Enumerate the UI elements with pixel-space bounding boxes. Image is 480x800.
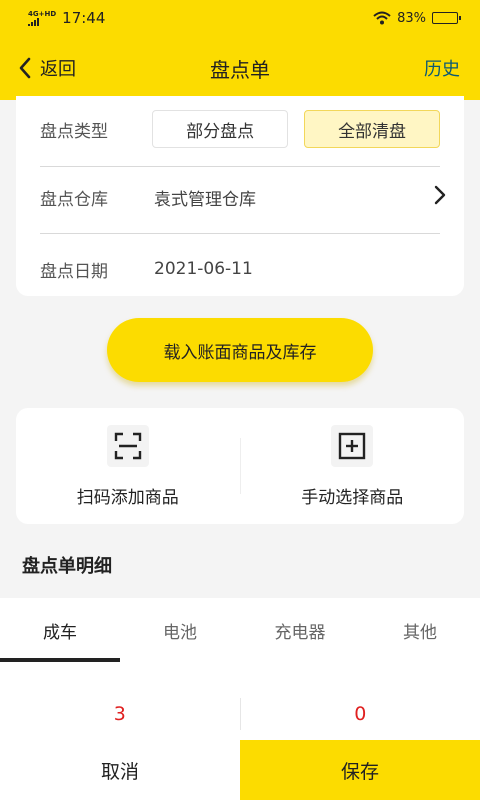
date-label: 盘点日期 [40,261,108,282]
save-button[interactable]: 保存 [240,740,480,800]
signal-icon [28,17,56,26]
chevron-right-icon [434,185,446,205]
type-row: 盘点类型 部分盘点 全部清盘 [40,96,441,162]
tab-charger[interactable]: 充电器 [240,598,360,662]
status-time: 17:44 [62,9,106,27]
battery-icon [432,12,461,24]
tab-battery[interactable]: 电池 [120,598,240,662]
inventory-form-card: 盘点类型 部分盘点 全部清盘 盘点仓库 袁式管理仓库 盘点日期 2021-06-… [16,96,464,296]
category-tabs: 成车 电池 充电器 其他 [0,598,480,662]
scan-icon [106,424,149,467]
manual-select-button[interactable]: 手动选择商品 [241,408,465,524]
left-count: 3 [113,703,126,725]
summary-counts: 3 0 [0,694,480,734]
cancel-button[interactable]: 取消 [0,740,240,800]
load-stock-button[interactable]: 载入账面商品及库存 [107,318,373,382]
type-option-partial[interactable]: 部分盘点 [152,110,289,148]
type-label: 盘点类型 [40,121,108,142]
navbar: 返回 盘点单 历史 [0,40,480,96]
date-row[interactable]: 盘点日期 2021-06-11 [40,236,440,302]
tab-vehicle[interactable]: 成车 [0,598,120,662]
manual-select-label: 手动选择商品 [301,487,404,508]
status-right: 83% [373,10,461,26]
warehouse-value: 袁式管理仓库 [154,189,256,210]
scan-add-button[interactable]: 扫码添加商品 [16,408,240,524]
date-value: 2021-06-11 [154,259,253,279]
network-indicator: 4G+HD [28,9,57,26]
section-title: 盘点单明细 [22,556,112,577]
status-bar: 4G+HD 17:44 83% [0,0,480,36]
scan-add-label: 扫码添加商品 [76,487,179,508]
type-option-full[interactable]: 全部清盘 [304,110,441,148]
divider [40,233,440,234]
battery-percent: 83% [397,10,426,26]
bottom-actions: 取消 保存 [0,740,480,800]
warehouse-label: 盘点仓库 [40,189,108,210]
history-link[interactable]: 历史 [424,55,460,81]
right-count: 0 [354,703,367,725]
back-button[interactable]: 返回 [18,55,76,81]
add-goods-card: 扫码添加商品 手动选择商品 [16,408,464,524]
warehouse-row[interactable]: 盘点仓库 袁式管理仓库 [40,164,446,230]
back-label: 返回 [40,59,76,80]
wifi-icon [373,11,391,25]
plus-square-icon [331,424,374,467]
tab-other[interactable]: 其他 [360,598,480,662]
chevron-left-icon [19,57,31,79]
network-label: 4G+HD [28,9,57,18]
